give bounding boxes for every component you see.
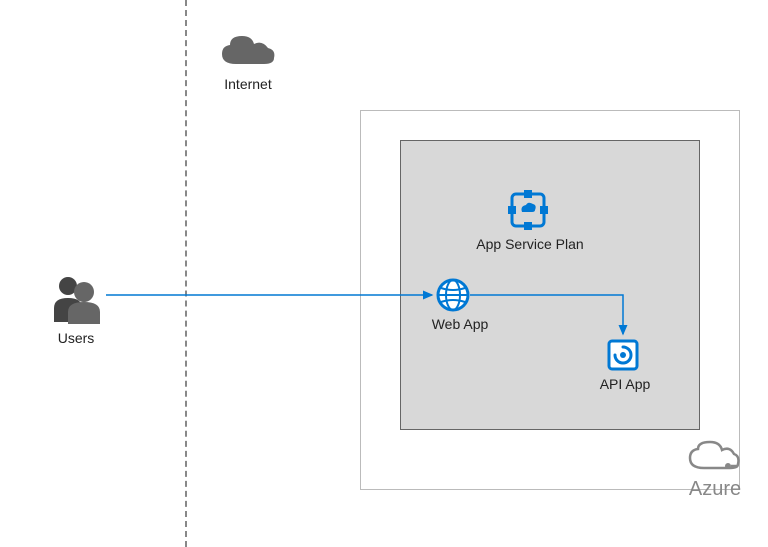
internet-label: Internet (218, 76, 278, 92)
app-service-plan-icon (508, 190, 548, 230)
azure-cloud-icon (688, 440, 740, 476)
api-app-icon (606, 338, 640, 372)
users-label: Users (48, 330, 104, 346)
azure-label: Azure (685, 478, 745, 501)
architecture-diagram: Users Internet App Service Plan Web App … (0, 0, 768, 547)
web-app-label: Web App (420, 316, 500, 332)
users-icon (48, 274, 104, 324)
internet-cloud-icon (218, 32, 278, 72)
web-app-icon (436, 278, 470, 312)
app-service-plan-label: App Service Plan (470, 236, 590, 252)
api-app-label: API App (590, 376, 660, 392)
boundary-divider (185, 0, 187, 547)
